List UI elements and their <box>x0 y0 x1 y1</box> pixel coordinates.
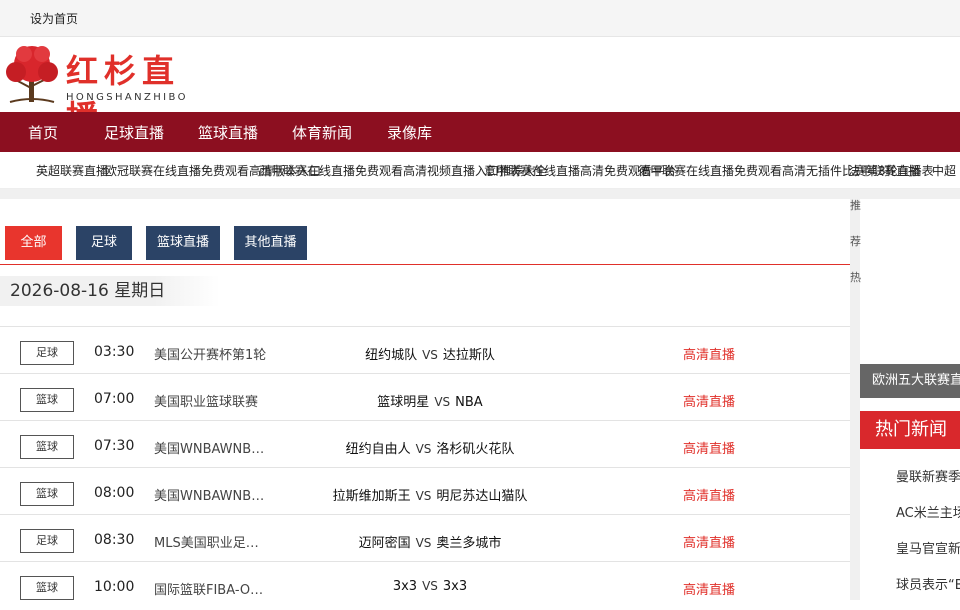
nav-item-replays[interactable]: 录像库 <box>387 122 432 143</box>
home-team: 篮球明星 <box>377 395 430 410</box>
hot-news-list: 曼联新赛季前瞻分析 AC米兰主场1-0取胜 皇马官宣新援加盟 球员表示“B计划” <box>896 466 960 610</box>
match-teams[interactable]: 纽约自由人 VS 洛杉矶火花队 <box>300 438 560 457</box>
vs-label: VS <box>422 579 438 593</box>
hot-news-item[interactable]: 曼联新赛季前瞻分析 <box>896 466 960 502</box>
sport-tag[interactable]: 篮球 <box>20 576 74 600</box>
away-team: NBA <box>455 395 483 410</box>
away-team: 达拉斯队 <box>442 348 495 363</box>
vs-label: VS <box>415 442 432 456</box>
match-time: 03:30 <box>94 344 135 360</box>
match-time: 08:30 <box>94 532 135 548</box>
match-teams[interactable]: 拉斯维加斯王 VS 明尼苏达山猫队 <box>300 485 560 504</box>
nav-item-home[interactable]: 首页 <box>28 122 58 143</box>
match-time: 07:00 <box>94 391 135 407</box>
sport-tag[interactable]: 篮球 <box>20 388 74 412</box>
site-logo[interactable]: 红杉直播 HONGSHANZHIBO <box>2 42 217 136</box>
live-link[interactable]: 高清直播 <box>683 391 735 410</box>
away-team: 奥兰多城市 <box>436 536 502 551</box>
match-teams[interactable]: 篮球明星 VS NBA <box>300 391 560 410</box>
logo-subtitle: HONGSHANZHIBO <box>66 92 188 103</box>
sport-tag[interactable]: 篮球 <box>20 482 74 506</box>
match-teams[interactable]: 纽约城队 VS 达拉斯队 <box>300 344 560 363</box>
live-link[interactable]: 高清直播 <box>683 344 735 363</box>
away-team: 3x3 <box>442 579 468 594</box>
match-time: 07:30 <box>94 438 135 454</box>
live-link[interactable]: 高清直播 <box>683 438 735 457</box>
tab-all[interactable]: 全部 <box>5 226 62 260</box>
nav-item-football[interactable]: 足球直播 <box>104 122 164 143</box>
league-name[interactable]: 国际篮联FIBA-OPEN公开赛 <box>154 579 269 598</box>
hot-news-item[interactable]: 皇马官宣新援加盟 <box>896 538 960 574</box>
home-team: 拉斯维加斯王 <box>332 489 411 504</box>
match-time: 08:00 <box>94 485 135 501</box>
match-teams[interactable]: 3x3 VS 3x3 <box>300 579 560 594</box>
match-list: 足球 03:30 美国公开赛杯第1轮 纽约城队 VS 达拉斯队 高清直播 篮球 07… <box>0 326 850 608</box>
subnav-item[interactable]: 中超 <box>932 162 956 179</box>
sport-tag[interactable]: 足球 <box>20 529 74 553</box>
league-name[interactable]: MLS美国职业足球大联盟 <box>154 532 269 551</box>
side-labels: 推 荐 热 <box>850 199 862 307</box>
tab-underline <box>0 264 850 265</box>
vs-label: VS <box>434 395 451 409</box>
sport-tag[interactable]: 足球 <box>20 341 74 365</box>
subnav-item[interactable]: 英超联赛直播 <box>36 162 108 179</box>
match-row: 篮球 10:00 国际篮联FIBA-OPEN公开赛 3x3 VS 3x3 高清直播 <box>0 561 850 608</box>
side-label: 荐 <box>850 235 861 248</box>
home-team: 纽约自由人 <box>345 442 411 457</box>
hot-news-item[interactable]: 球员表示“B计划” <box>896 574 960 610</box>
match-row: 篮球 08:00 美国WNBAWNBA常规赛 拉斯维加斯王 VS 明尼苏达山猫队 高… <box>0 467 850 514</box>
match-row: 足球 03:30 美国公开赛杯第1轮 纽约城队 VS 达拉斯队 高清直播 <box>0 326 850 373</box>
tab-other[interactable]: 其他直播 <box>234 226 307 260</box>
league-name[interactable]: 美国职业篮球联赛 <box>154 391 269 410</box>
league-name[interactable]: 美国公开赛杯第1轮 <box>154 344 269 363</box>
live-link[interactable]: 高清直播 <box>683 532 735 551</box>
sub-nav: 英超联赛直播 欧冠联赛在线直播免费观看高清版本入口 西甲联赛在线直播免费观看高清… <box>0 152 960 189</box>
match-teams[interactable]: 迈阿密国 VS 奥兰多城市 <box>300 532 560 551</box>
home-team: 纽约城队 <box>365 348 418 363</box>
schedule-banner[interactable]: 欧洲五大联赛直播表及赛程 <box>860 364 960 398</box>
match-row: 篮球 07:00 美国职业篮球联赛 篮球明星 VS NBA 高清直播 <box>0 373 850 420</box>
tab-football[interactable]: 足球 <box>76 226 132 260</box>
vs-label: VS <box>415 536 432 550</box>
home-team: 3x3 <box>392 579 418 594</box>
date-heading: 2026-08-16 星期日 <box>0 276 220 306</box>
nav-item-basketball[interactable]: 篮球直播 <box>198 122 258 143</box>
hot-news-item[interactable]: AC米兰主场1-0取胜 <box>896 502 960 538</box>
tab-basketball[interactable]: 篮球直播 <box>146 226 220 260</box>
match-time: 10:00 <box>94 579 135 595</box>
tree-logo-icon <box>6 46 58 103</box>
set-homepage-link[interactable]: 设为首页 <box>30 10 78 27</box>
main-nav: 首页 足球直播 篮球直播 体育新闻 录像库 <box>0 112 960 152</box>
top-bar: 设为首页 <box>0 0 960 37</box>
league-name[interactable]: 美国WNBAWNBA常规赛 <box>154 438 269 457</box>
home-team: 迈阿密国 <box>358 536 411 551</box>
away-team: 洛杉矶火花队 <box>436 442 515 457</box>
away-team: 明尼苏达山猫队 <box>436 489 528 504</box>
nav-item-news[interactable]: 体育新闻 <box>292 122 352 143</box>
side-label: 推 <box>850 199 861 212</box>
vs-label: VS <box>422 348 438 362</box>
live-link[interactable]: 高清直播 <box>683 579 735 598</box>
side-label: 热 <box>850 271 861 284</box>
hot-news-title: 热门新闻 <box>860 411 960 449</box>
match-row: 足球 08:30 MLS美国职业足球大联盟 迈阿密国 VS 奥兰多城市 高清直播 <box>0 514 850 561</box>
sport-tag[interactable]: 篮球 <box>20 435 74 459</box>
league-name[interactable]: 美国WNBAWNBA常规赛 <box>154 485 269 504</box>
subnav-item[interactable]: 法甲联赛直播 <box>848 162 920 179</box>
live-link[interactable]: 高清直播 <box>683 485 735 504</box>
vs-label: VS <box>415 489 432 503</box>
divider <box>0 189 960 199</box>
match-row: 篮球 07:30 美国WNBAWNBA常规赛 纽约自由人 VS 洛杉矶火花队 高清直… <box>0 420 850 467</box>
